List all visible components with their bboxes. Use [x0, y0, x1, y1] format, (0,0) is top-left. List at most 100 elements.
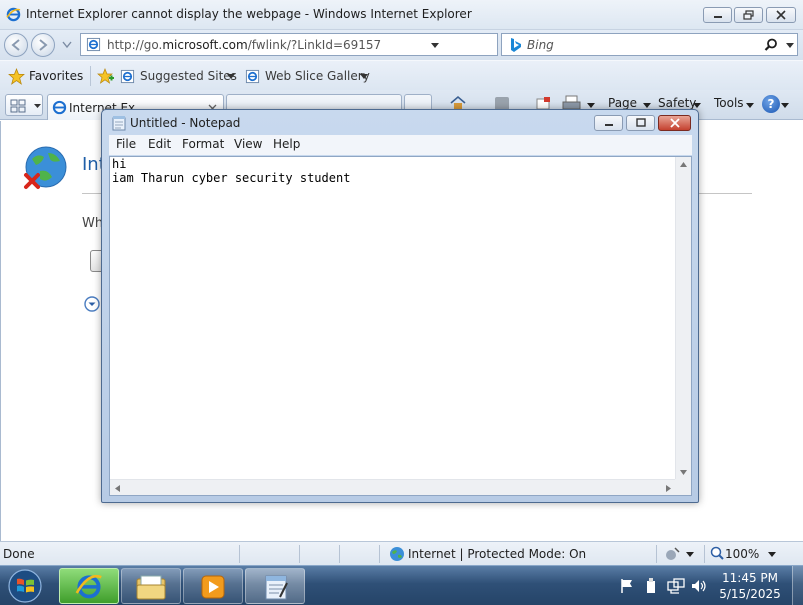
expand-more-info-icon[interactable]: [84, 296, 100, 312]
menu-edit[interactable]: Edit: [148, 137, 171, 151]
taskbar: 11:45 PM 5/15/2025: [0, 565, 803, 605]
taskbar-explorer-button[interactable]: [121, 568, 181, 604]
notepad-close-button[interactable]: [658, 115, 691, 131]
notepad-title: Untitled - Notepad: [130, 116, 241, 130]
scroll-right-icon[interactable]: [666, 485, 671, 492]
chevron-down-icon: [34, 104, 41, 108]
web-slice-gallery-link[interactable]: Web Slice Gallery: [245, 67, 370, 85]
taskbar-media-player-button[interactable]: [183, 568, 243, 604]
start-button[interactable]: [4, 568, 46, 604]
ie-page-icon: [52, 100, 67, 115]
clock-date: 5/15/2025: [719, 587, 781, 601]
chevron-down-icon: [746, 103, 754, 108]
minimize-button[interactable]: [703, 7, 732, 23]
protected-mode-settings-icon[interactable]: [664, 546, 680, 562]
action-center-flag-icon[interactable]: [619, 578, 635, 594]
internet-zone-icon: [390, 547, 404, 561]
ie-status-bar: Done Internet | Protected Mode: On 100%: [0, 541, 803, 565]
notepad-icon: [112, 116, 126, 131]
add-to-favorites-bar-icon[interactable]: [97, 68, 115, 85]
scroll-down-icon[interactable]: [680, 470, 687, 475]
minimize-icon: [713, 16, 722, 18]
favorites-label: Favorites: [29, 69, 84, 83]
status-done: Done: [3, 547, 35, 561]
bing-logo-icon: [511, 38, 521, 52]
ie-logo-icon: [75, 574, 102, 599]
notepad-icon: [265, 575, 288, 600]
page-icon: [245, 69, 260, 84]
web-slice-gallery-label: Web Slice Gallery: [265, 69, 370, 83]
recent-pages-dropdown-icon[interactable]: [62, 41, 72, 49]
clock-time: 11:45 PM: [722, 571, 778, 585]
volume-icon[interactable]: [691, 578, 707, 594]
globe-error-icon: [24, 146, 67, 189]
chevron-down-icon: [360, 74, 368, 79]
notepad-text-content[interactable]: hi iam Tharun cyber security student: [112, 157, 350, 185]
media-player-icon: [201, 575, 225, 599]
status-separator: [656, 545, 657, 563]
notepad-text-area[interactable]: hi iam Tharun cyber security student: [109, 156, 692, 496]
address-dropdown-icon[interactable]: [430, 42, 440, 49]
horizontal-scrollbar[interactable]: [110, 479, 676, 495]
show-desktop-button[interactable]: [792, 566, 803, 605]
forward-button[interactable]: [31, 33, 55, 57]
safety-menu[interactable]: Safety: [658, 96, 696, 110]
menu-format[interactable]: Format: [182, 137, 224, 151]
folder-icon: [136, 575, 166, 600]
close-icon: [776, 10, 786, 20]
ie-address-bar-row: http://go.microsoft.com/fwlink/?LinkId=6…: [0, 30, 803, 80]
status-separator: [239, 545, 240, 563]
suggested-sites-label: Suggested Sites: [140, 69, 237, 83]
taskbar-ie-button[interactable]: [59, 568, 119, 604]
system-clock[interactable]: 11:45 PM 5/15/2025: [716, 570, 784, 602]
menu-view[interactable]: View: [234, 137, 262, 151]
back-button[interactable]: [4, 33, 28, 57]
chevron-down-icon[interactable]: [781, 103, 789, 109]
search-icon[interactable]: [764, 38, 778, 52]
vertical-scrollbar[interactable]: [675, 157, 691, 480]
address-field[interactable]: http://go.microsoft.com/fwlink/?LinkId=6…: [80, 33, 498, 56]
search-box[interactable]: Bing: [501, 33, 798, 56]
notepad-maximize-button[interactable]: [626, 115, 655, 131]
ie-title-bar: Internet Explorer cannot display the web…: [0, 0, 803, 30]
page-menu[interactable]: Page: [608, 96, 637, 110]
taskbar-notepad-button[interactable]: [245, 568, 305, 604]
quick-tabs-icon: [10, 99, 26, 113]
menu-help[interactable]: Help: [273, 137, 300, 151]
quick-tabs-button[interactable]: [5, 94, 43, 116]
notepad-window: Untitled - Notepad File Edit Format View…: [101, 109, 699, 503]
status-separator: [379, 545, 380, 563]
suggested-sites-link[interactable]: Suggested Sites: [120, 67, 237, 85]
page-icon: [86, 37, 101, 52]
search-options-dropdown-icon[interactable]: [785, 42, 795, 49]
restore-button[interactable]: [734, 7, 763, 23]
scroll-up-icon[interactable]: [680, 162, 687, 167]
status-separator: [299, 545, 300, 563]
zoom-level[interactable]: 100%: [725, 547, 759, 561]
safely-remove-hardware-icon[interactable]: [644, 578, 658, 594]
close-button[interactable]: [766, 7, 796, 23]
favbar-divider: [90, 66, 91, 86]
chevron-down-icon: [227, 74, 235, 79]
menu-file[interactable]: File: [116, 137, 136, 151]
status-separator: [339, 545, 340, 563]
tools-menu[interactable]: Tools: [714, 96, 744, 110]
search-placeholder: Bing: [527, 38, 554, 52]
address-url: http://go.microsoft.com/fwlink/?LinkId=6…: [107, 38, 382, 52]
back-arrow-icon: [11, 39, 20, 51]
forward-arrow-icon: [39, 39, 48, 51]
network-icon[interactable]: [667, 578, 685, 594]
error-body-text: Wh: [82, 216, 104, 231]
scroll-left-icon[interactable]: [115, 485, 120, 492]
help-icon[interactable]: ?: [762, 95, 780, 113]
security-zone-text[interactable]: Internet | Protected Mode: On: [408, 547, 586, 561]
chevron-down-icon[interactable]: [768, 552, 776, 558]
restore-icon: [742, 10, 754, 20]
ie-window-title: Internet Explorer cannot display the web…: [26, 7, 472, 21]
close-icon: [669, 118, 680, 128]
chevron-down-icon[interactable]: [686, 552, 694, 558]
scrollbar-corner: [675, 479, 691, 495]
page-icon: [120, 69, 135, 84]
notepad-minimize-button[interactable]: [594, 115, 623, 131]
status-separator: [704, 545, 705, 563]
